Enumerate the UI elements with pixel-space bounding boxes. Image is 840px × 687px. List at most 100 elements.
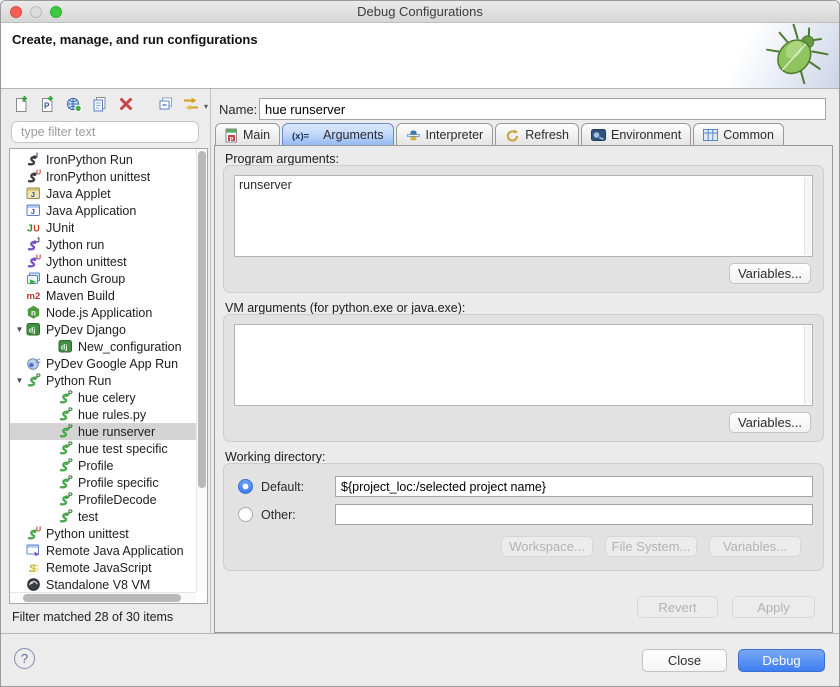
dropdown-caret-icon[interactable]: ▾ [204,102,208,111]
duplicate-configuration-button[interactable] [89,96,110,116]
tab-label: Common [723,128,774,142]
tree-item-remote-java-application[interactable]: Remote Java Application [10,542,196,559]
tree-item-junit[interactable]: JUJUnit [10,219,196,236]
svg-text:(x)=: (x)= [292,131,310,142]
close-button[interactable]: Close [642,649,727,672]
ironpython-unittest-icon: U [26,169,42,184]
other-directory-input[interactable] [335,504,813,525]
tree-item-jython-unittest[interactable]: UJython unittest [10,253,196,270]
minimize-window-icon [30,6,42,18]
revert-button[interactable]: Revert [637,596,718,618]
tree-item-label: hue runserver [78,425,155,439]
default-label: Default: [261,480,317,494]
zoom-window-icon[interactable] [50,6,62,18]
program-arguments-label: Program arguments: [225,152,339,166]
new-prototype-button[interactable]: P [37,96,58,116]
file-system-button[interactable]: File System... [605,536,697,557]
help-button[interactable]: ? [14,648,35,669]
window-title: Debug Configurations [1,1,839,22]
debug-configurations-dialog: Debug Configurations [0,0,840,687]
textarea-scrollbar[interactable] [804,177,811,255]
tree-item-remote-javascript[interactable]: SSRemote JavaScript [10,559,196,576]
tree-item-java-application[interactable]: JJava Application [10,202,196,219]
tree-item-label: PyDev Django [46,323,126,337]
tab-refresh[interactable]: Refresh [495,123,579,146]
titlebar[interactable]: Debug Configurations [1,1,839,23]
export-configurations-button[interactable] [63,96,84,116]
tree-item-label: IronPython unittest [46,170,150,184]
tree-item-hue-celery[interactable]: Phue celery [10,389,196,406]
tree-item-new-configuration[interactable]: dj New_configuration [10,338,196,355]
tree-item-java-applet[interactable]: JJava Applet [10,185,196,202]
tab-interpreter[interactable]: Interpreter [396,123,494,146]
svg-text:n: n [31,308,36,317]
junit-icon: JU [26,220,42,235]
tree-item-pydev-django[interactable]: ▼djPyDev Django [10,321,196,338]
tab-main[interactable]: pMain [215,123,280,146]
default-radio[interactable] [238,479,253,494]
tree-item-hue-test-specific[interactable]: Phue test specific [10,440,196,457]
tree-item-jython-run[interactable]: JJython run [10,236,196,253]
tree-item-label: Java Applet [46,187,111,201]
tree-item-standalone-v8-vm[interactable]: Standalone V8 VM [10,576,196,593]
new-prototype-icon: P [39,95,57,118]
tree-horizontal-scrollbar[interactable] [10,592,196,603]
svg-text:U: U [36,170,41,177]
textarea-scrollbar[interactable] [804,326,811,404]
tab-common[interactable]: Common [693,123,784,146]
new-configuration-button[interactable] [11,96,32,116]
duplicate-icon [91,95,109,118]
tab-arguments[interactable]: (x)=Arguments [282,123,393,146]
program-arguments-variables-button[interactable]: Variables... [729,263,811,284]
vm-arguments-variables-button[interactable]: Variables... [729,412,811,433]
panel-divider[interactable] [210,89,211,633]
tree-item-label: New_configuration [78,340,182,354]
tree-item-launch-group[interactable]: Launch Group [10,270,196,287]
close-window-icon[interactable] [10,6,22,18]
tree-item-ironpython-unittest[interactable]: U IronPython unittest [10,168,196,185]
tab-label: Refresh [525,128,569,142]
tree-item-python-unittest[interactable]: UPython unittest [10,525,196,542]
twisty-expanded-icon[interactable]: ▼ [13,325,26,334]
tree-item-label: IronPython Run [46,153,133,167]
python-unittest-icon: U [26,526,42,541]
tab-environment[interactable]: Environment [581,123,691,146]
tree-item-python-run[interactable]: ▼ PPython Run [10,372,196,389]
tree-vertical-scrollbar[interactable] [196,149,207,592]
tree-item-hue-rules-py[interactable]: Phue rules.py [10,406,196,423]
svg-text:P: P [68,459,73,466]
collapse-all-button[interactable] [155,96,176,116]
svg-text:P: P [68,391,73,398]
other-radio[interactable] [238,507,253,522]
svg-text:U: U [36,527,41,534]
tree-item-profile[interactable]: PProfile [10,457,196,474]
tree-item-profiledecode[interactable]: PProfileDecode [10,491,196,508]
program-arguments-textarea[interactable]: runserver [234,175,813,257]
tree-item-maven-build[interactable]: m2Maven Build [10,287,196,304]
svg-text:P: P [68,408,73,415]
apply-button[interactable]: Apply [732,596,815,618]
tree-item-hue-runserver[interactable]: Phue runserver [10,423,196,440]
tree-item-ironpython-run[interactable]: IIronPython Run [10,151,196,168]
tab-label: Interpreter [426,128,484,142]
tree-item-pydev-google-app-run[interactable]: PyDev Google App Run [10,355,196,372]
working-dir-variables-button[interactable]: Variables... [709,536,801,557]
python-run-icon: P [58,424,74,439]
delete-configuration-button[interactable] [115,96,136,116]
tree-item-node-js-application[interactable]: nNode.js Application [10,304,196,321]
twisty-expanded-icon[interactable]: ▼ [13,376,26,385]
filter-status: Filter matched 28 of 30 items [12,610,173,624]
tree-item-profile-specific[interactable]: PProfile specific [10,474,196,491]
vm-arguments-textarea[interactable] [234,324,813,406]
filter-configurations-button[interactable] [181,96,202,116]
pydev-django-icon: dj [58,339,74,354]
debug-button[interactable]: Debug [738,649,825,672]
collapse-all-icon [157,95,175,118]
filter-icon [182,95,201,118]
maven-build-icon: m2 [26,288,42,303]
filter-input[interactable] [11,121,199,143]
default-directory-input[interactable] [335,476,813,497]
tree-item-test[interactable]: Ptest [10,508,196,525]
name-input[interactable] [259,98,826,120]
workspace-button[interactable]: Workspace... [501,536,593,557]
